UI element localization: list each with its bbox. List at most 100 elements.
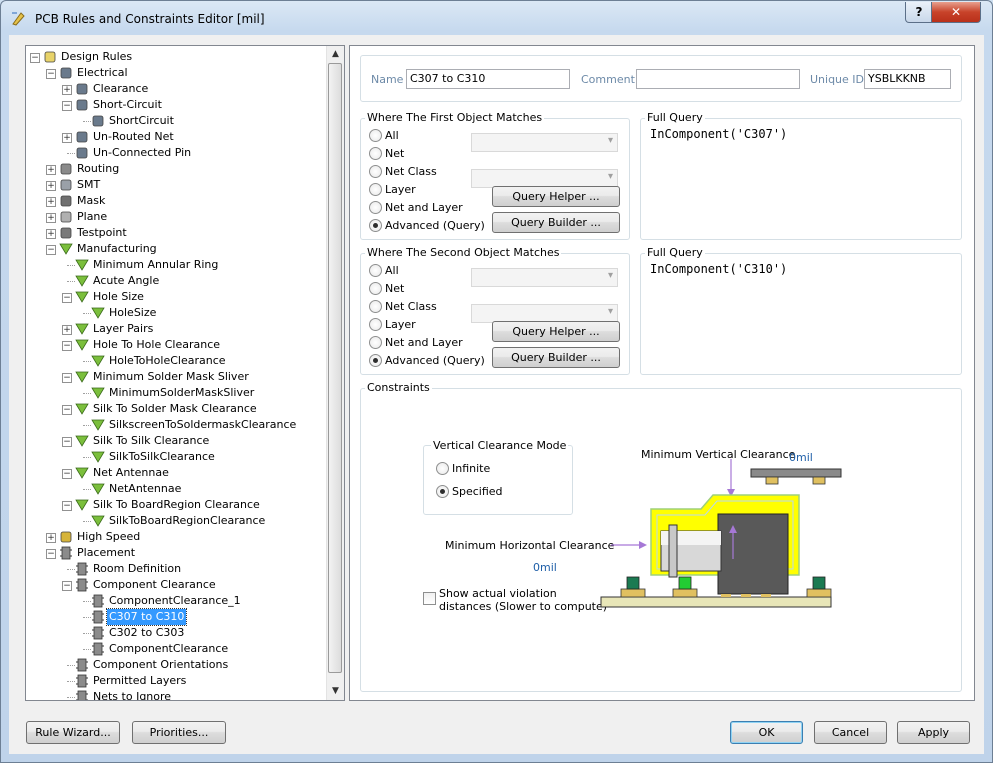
second-query-builder-button[interactable]: Query Builder ... (492, 347, 620, 368)
tree-item[interactable]: SilkToBoardRegionClearance (26, 513, 326, 529)
expand-icon[interactable]: + (62, 85, 72, 95)
second-object-title: Where The Second Object Matches (365, 246, 562, 259)
tree-item[interactable]: − Manufacturing (26, 241, 326, 257)
tree-item[interactable]: + Testpoint (26, 225, 326, 241)
collapse-icon[interactable]: − (62, 101, 72, 111)
tree-item[interactable]: Acute Angle (26, 273, 326, 289)
scroll-up-icon[interactable]: ▲ (327, 46, 344, 63)
tree-item-label: Design Rules (61, 50, 133, 63)
collapse-icon[interactable]: − (62, 581, 72, 591)
tree-item[interactable]: − Net Antennae (26, 465, 326, 481)
tree-connector (83, 313, 91, 314)
tree-scrollbar[interactable]: ▲ ▼ (326, 46, 344, 700)
expand-icon[interactable]: + (46, 213, 56, 223)
tree-item[interactable]: − Component Clearance (26, 577, 326, 593)
tree-item[interactable]: − Silk To Solder Mask Clearance (26, 401, 326, 417)
comment-label: Comment (581, 73, 635, 86)
tree-item[interactable]: − Placement (26, 545, 326, 561)
tree-item[interactable]: + Clearance (26, 81, 326, 97)
first-full-query-text[interactable]: InComponent('C307') (650, 127, 787, 141)
tree-item[interactable]: − Short-Circuit (26, 97, 326, 113)
expand-icon[interactable]: + (46, 533, 56, 543)
tree-item[interactable]: − Minimum Solder Mask Sliver (26, 369, 326, 385)
tree-item[interactable]: Component Orientations (26, 657, 326, 673)
unique-id-field[interactable]: YSBLKKNB (864, 69, 951, 89)
collapse-icon[interactable]: − (62, 405, 72, 415)
unique-id-label: Unique ID (810, 73, 865, 86)
collapse-icon[interactable]: − (62, 501, 72, 511)
tree-item[interactable]: HoleSize (26, 305, 326, 321)
close-button[interactable]: ✕ (931, 2, 981, 23)
tree-item[interactable]: C307 to C310 (26, 608, 326, 626)
tree-item[interactable]: − Hole To Hole Clearance (26, 337, 326, 353)
collapse-icon[interactable]: − (62, 293, 72, 303)
routing-icon (60, 163, 72, 175)
scroll-thumb[interactable] (328, 63, 342, 673)
tree-item[interactable]: ComponentClearance (26, 641, 326, 657)
tree-item[interactable]: Room Definition (26, 561, 326, 577)
tree-item[interactable]: MinimumSolderMaskSliver (26, 385, 326, 401)
expand-icon[interactable]: + (46, 229, 56, 239)
expand-icon[interactable]: + (46, 197, 56, 207)
collapse-icon[interactable]: − (62, 469, 72, 479)
tree-item[interactable]: − Electrical (26, 65, 326, 81)
tree-item[interactable]: Un-Connected Pin (26, 145, 326, 161)
min-horizontal-value[interactable]: 0mil (533, 561, 557, 574)
tree-item[interactable]: Nets to Ignore (26, 689, 326, 700)
tree-item[interactable]: SilkToSilkClearance (26, 449, 326, 465)
tree-item[interactable]: Permitted Layers (26, 673, 326, 689)
expand-icon[interactable]: + (46, 165, 56, 175)
second-query-helper-button[interactable]: Query Helper ... (492, 321, 620, 342)
mode-specified-label: Specified (452, 485, 503, 498)
second-full-query-text[interactable]: InComponent('C310') (650, 262, 787, 276)
collapse-icon[interactable]: − (46, 69, 56, 79)
tree-item[interactable]: Minimum Annular Ring (26, 257, 326, 273)
collapse-icon[interactable]: − (62, 437, 72, 447)
first-query-helper-button[interactable]: Query Helper ... (492, 186, 620, 207)
first-query-builder-button[interactable]: Query Builder ... (492, 212, 620, 233)
collapse-icon[interactable]: − (46, 549, 56, 559)
dialog-client: − Design Rules − Electrical + Clearance − Short… (9, 35, 984, 754)
cancel-button[interactable]: Cancel (814, 721, 887, 744)
collapse-icon[interactable]: − (62, 373, 72, 383)
tree-item[interactable]: − Silk To Silk Clearance (26, 433, 326, 449)
collapse-icon[interactable]: − (30, 53, 40, 63)
rule-wizard-button[interactable]: Rule Wizard... (26, 721, 120, 744)
tree-item[interactable]: SilkscreenToSoldermaskClearance (26, 417, 326, 433)
electrical-icon (76, 83, 88, 95)
tree-item[interactable]: C302 to C303 (26, 625, 326, 641)
apply-button[interactable]: Apply (897, 721, 970, 744)
tree-item[interactable]: + SMT (26, 177, 326, 193)
collapse-icon[interactable]: − (62, 341, 72, 351)
scroll-down-icon[interactable]: ▼ (327, 683, 344, 700)
expand-icon[interactable]: + (46, 181, 56, 191)
tree-item[interactable]: + Layer Pairs (26, 321, 326, 337)
tree-item[interactable]: + Routing (26, 161, 326, 177)
tree-item-label: Routing (77, 162, 120, 175)
tree-item[interactable]: − Silk To BoardRegion Clearance (26, 497, 326, 513)
help-button[interactable]: ? (905, 2, 933, 23)
tree-item[interactable]: NetAntennae (26, 481, 326, 497)
tree-item[interactable]: ComponentClearance_1 (26, 593, 326, 609)
tree-item[interactable]: + Mask (26, 193, 326, 209)
show-violation-checkbox[interactable] (423, 592, 436, 605)
comment-field[interactable] (636, 69, 800, 89)
expand-icon[interactable]: + (62, 325, 72, 335)
tree-item[interactable]: HoleToHoleClearance (26, 353, 326, 369)
upper-board (750, 468, 842, 478)
expand-icon[interactable]: + (62, 133, 72, 143)
tree-item[interactable]: + Un-Routed Net (26, 129, 326, 145)
collapse-icon[interactable]: − (46, 245, 56, 255)
rules-tree[interactable]: − Design Rules − Electrical + Clearance − Short… (25, 45, 345, 701)
placement-icon (76, 674, 88, 688)
tree-item[interactable]: − Design Rules (26, 49, 326, 65)
tree-item[interactable]: + High Speed (26, 529, 326, 545)
priorities-button[interactable]: Priorities... (132, 721, 226, 744)
tree-item[interactable]: ShortCircuit (26, 113, 326, 129)
tree-item[interactable]: + Plane (26, 209, 326, 225)
radio-circle-icon (369, 165, 382, 178)
tree-item[interactable]: − Hole Size (26, 289, 326, 305)
name-field[interactable]: C307 to C310 (406, 69, 570, 89)
ok-button[interactable]: OK (730, 721, 803, 744)
radio-circle-icon (369, 183, 382, 196)
